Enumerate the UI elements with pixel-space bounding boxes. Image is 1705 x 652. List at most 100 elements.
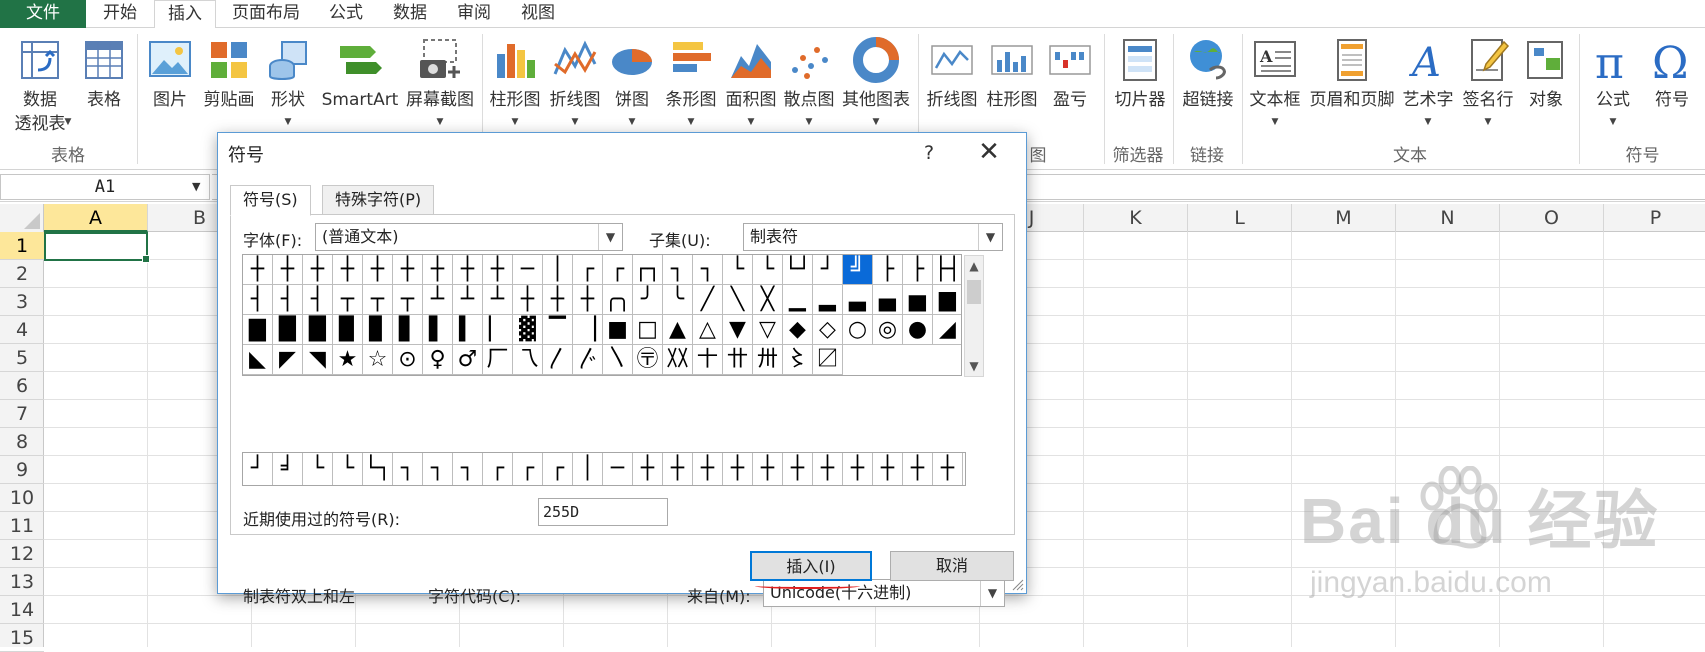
symbol-cell[interactable]: ▕ bbox=[573, 315, 603, 345]
row-header-14[interactable]: 14 bbox=[0, 596, 44, 624]
symbol-cell[interactable]: ▋ bbox=[393, 315, 423, 345]
recent-symbol-cell[interactable]: ┼ bbox=[873, 453, 903, 485]
resize-grip-icon[interactable] bbox=[1012, 579, 1024, 591]
recent-symbol-cell[interactable]: ┌ bbox=[513, 453, 543, 485]
symbol-cell[interactable]: ┐ bbox=[663, 255, 693, 285]
symbol-cell[interactable]: ├┤ bbox=[933, 255, 961, 285]
pivot-table-button[interactable]: 数据 透视表 ▼ bbox=[4, 32, 76, 144]
shapes-button[interactable]: 形状 ▼ bbox=[260, 32, 316, 144]
recent-symbol-cell[interactable]: │ bbox=[573, 453, 603, 485]
header-footer-button[interactable]: 页眉和页脚 bbox=[1306, 32, 1398, 144]
symbol-cell[interactable]: ┐ bbox=[693, 255, 723, 285]
symbol-cell[interactable]: ▏ bbox=[483, 315, 513, 345]
symbol-cell[interactable]: ┴ bbox=[423, 285, 453, 315]
symbol-cell[interactable]: ┴ bbox=[483, 285, 513, 315]
symbol-cell[interactable]: ● bbox=[903, 315, 933, 345]
symbol-cell[interactable]: ◆ bbox=[783, 315, 813, 345]
symbol-cell[interactable]: ┤ bbox=[243, 285, 273, 315]
insert-button[interactable]: 插入(I) bbox=[750, 551, 872, 581]
symbol-cell[interactable]: ┼ bbox=[333, 255, 363, 285]
column-header-p[interactable]: P bbox=[1604, 204, 1705, 232]
recent-symbol-cell[interactable]: └┐ bbox=[363, 453, 393, 485]
symbol-cell[interactable]: ┼ bbox=[423, 255, 453, 285]
symbol-cell[interactable]: ┼ bbox=[513, 285, 543, 315]
recent-symbol-cell[interactable]: ┼ bbox=[783, 453, 813, 485]
symbol-cell[interactable]: ■ bbox=[603, 315, 633, 345]
signature-line-button[interactable]: 签名行 ▼ bbox=[1458, 32, 1518, 144]
recent-symbol-cell[interactable]: ┐ bbox=[453, 453, 483, 485]
recent-symbol-cell[interactable]: ┐ bbox=[423, 453, 453, 485]
sparkline-line-button[interactable]: 折线图 bbox=[922, 32, 982, 144]
recent-symbol-cell[interactable]: ┘ bbox=[243, 453, 273, 485]
symbol-cell[interactable]: 〶 bbox=[633, 345, 663, 375]
symbol-cell[interactable]: ┤ bbox=[273, 285, 303, 315]
symbol-cell[interactable]: ┼ bbox=[243, 255, 273, 285]
symbol-cell[interactable]: ▅ bbox=[903, 285, 933, 315]
symbol-cell[interactable]: ★ bbox=[333, 345, 363, 375]
recent-symbol-cell[interactable]: ┼ bbox=[813, 453, 843, 485]
screenshot-button[interactable]: 屏幕截图 ▼ bbox=[402, 32, 478, 144]
recent-symbol-cell[interactable]: ╛ bbox=[273, 453, 303, 485]
symbol-cell[interactable]: ╳ bbox=[753, 285, 783, 315]
tab-data[interactable]: 数据 bbox=[380, 0, 440, 28]
symbol-cell[interactable]: └┘ bbox=[783, 255, 813, 285]
row-header-1[interactable]: 1 bbox=[0, 232, 44, 260]
symbol-cell[interactable]: ┼ bbox=[363, 255, 393, 285]
symbol-cell[interactable]: ○ bbox=[843, 315, 873, 345]
symbol-cell[interactable]: ▄ bbox=[873, 285, 903, 315]
column-header-o[interactable]: O bbox=[1500, 204, 1604, 232]
scroll-up-icon[interactable]: ▲ bbox=[965, 256, 983, 276]
name-box[interactable]: A1 bbox=[0, 174, 210, 200]
symbol-cell[interactable]: ╝ bbox=[843, 255, 873, 285]
column-header-m[interactable]: M bbox=[1292, 204, 1396, 232]
symbol-cell[interactable]: ◎ bbox=[873, 315, 903, 345]
row-header-10[interactable]: 10 bbox=[0, 484, 44, 512]
symbol-cell[interactable]: ┼ bbox=[483, 255, 513, 285]
row-header-5[interactable]: 5 bbox=[0, 344, 44, 372]
symbol-cell[interactable]: 〻 bbox=[783, 345, 813, 375]
recent-symbol-cell[interactable]: └ bbox=[333, 453, 363, 485]
table-button[interactable]: 表格 bbox=[78, 32, 130, 144]
row-header-2[interactable]: 2 bbox=[0, 260, 44, 288]
symbol-cell[interactable]: ▉ bbox=[333, 315, 363, 345]
symbol-cell[interactable]: 乁 bbox=[513, 345, 543, 375]
recent-symbol-cell[interactable]: ┐ bbox=[393, 453, 423, 485]
symbol-cell[interactable]: ▔ bbox=[543, 315, 573, 345]
area-chart-button[interactable]: 面积图 ▼ bbox=[722, 32, 780, 144]
symbol-cell[interactable]: █ bbox=[303, 315, 333, 345]
symbol-cell[interactable]: ├ bbox=[873, 255, 903, 285]
recent-symbol-cell[interactable]: ┼ bbox=[933, 453, 963, 485]
symbol-cell[interactable]: ▽ bbox=[753, 315, 783, 345]
row-header-12[interactable]: 12 bbox=[0, 540, 44, 568]
chevron-down-icon[interactable]: ▼ bbox=[192, 180, 200, 193]
recent-symbol-cell[interactable]: ┼ bbox=[753, 453, 783, 485]
symbol-cell[interactable]: ┌ bbox=[603, 255, 633, 285]
column-header-n[interactable]: N bbox=[1396, 204, 1500, 232]
symbol-cell[interactable]: ┌ bbox=[573, 255, 603, 285]
symbol-cell[interactable]: ▓ bbox=[513, 315, 543, 345]
symbol-cell[interactable]: ☆ bbox=[363, 345, 393, 375]
scroll-down-icon[interactable]: ▼ bbox=[965, 356, 983, 376]
recent-symbol-cell[interactable]: ┼ bbox=[723, 453, 753, 485]
symbol-cell[interactable]: ⊙ bbox=[393, 345, 423, 375]
symbol-cell[interactable]: 〷 bbox=[663, 345, 693, 375]
symbol-cell[interactable]: ┴ bbox=[453, 285, 483, 315]
row-header-13[interactable]: 13 bbox=[0, 568, 44, 596]
tab-view[interactable]: 视图 bbox=[508, 0, 568, 28]
column-chart-button[interactable]: 柱形图 ▼ bbox=[486, 32, 544, 144]
symbol-cell[interactable]: ╱ bbox=[693, 285, 723, 315]
other-charts-button[interactable]: 其他图表 ▼ bbox=[838, 32, 914, 144]
symbol-cell[interactable]: ▍ bbox=[453, 315, 483, 345]
character-code-input[interactable]: 255D bbox=[538, 498, 668, 526]
sparkline-winloss-button[interactable]: 盈亏 bbox=[1042, 32, 1098, 144]
textbox-button[interactable]: A 文本框 ▼ bbox=[1244, 32, 1306, 144]
tab-home[interactable]: 开始 bbox=[90, 0, 150, 28]
tab-file[interactable]: 文件 bbox=[0, 0, 86, 28]
symbol-grid-scrollbar[interactable]: ▲ ▼ bbox=[964, 255, 984, 377]
symbol-cell[interactable]: 〹 bbox=[723, 345, 753, 375]
pie-chart-button[interactable]: 饼图 ▼ bbox=[604, 32, 660, 144]
symbol-cell[interactable]: ┬ bbox=[363, 285, 393, 315]
tab-page-layout[interactable]: 页面布局 bbox=[220, 0, 312, 28]
recent-symbol-cell[interactable]: ┼ bbox=[903, 453, 933, 485]
symbol-cell[interactable]: ♀ bbox=[423, 345, 453, 375]
